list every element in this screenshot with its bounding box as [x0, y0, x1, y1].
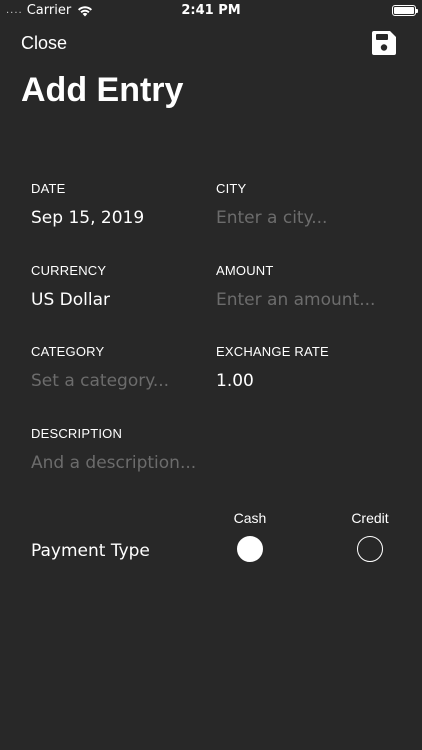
- exchange-rate-label: EXCHANGE RATE: [216, 344, 329, 359]
- page-title: Add Entry: [21, 71, 184, 109]
- payment-type-label: Payment Type: [31, 541, 150, 561]
- currency-value[interactable]: US Dollar: [31, 289, 211, 311]
- date-value[interactable]: Sep 15, 2019: [31, 207, 211, 229]
- description-input[interactable]: [31, 452, 271, 474]
- amount-input[interactable]: [216, 289, 396, 311]
- cash-radio[interactable]: [237, 536, 263, 562]
- payment-option-credit[interactable]: Credit: [330, 510, 410, 562]
- amount-label: AMOUNT: [216, 263, 274, 278]
- floppy-disk-icon: [372, 31, 396, 55]
- close-button[interactable]: Close: [21, 33, 67, 53]
- amount-field: AMOUNT: [216, 263, 396, 311]
- city-label: CITY: [216, 181, 247, 196]
- exchange-rate-value[interactable]: 1.00: [216, 370, 396, 392]
- status-bar: .... Carrier 2:41 PM: [0, 0, 422, 22]
- credit-radio[interactable]: [357, 536, 383, 562]
- category-input[interactable]: [31, 370, 211, 392]
- currency-field[interactable]: CURRENCY US Dollar: [31, 263, 211, 311]
- exchange-rate-field[interactable]: EXCHANGE RATE 1.00: [216, 344, 396, 392]
- status-time: 2:41 PM: [181, 3, 241, 18]
- category-label: CATEGORY: [31, 344, 105, 359]
- currency-label: CURRENCY: [31, 263, 107, 278]
- battery-icon: [392, 5, 418, 16]
- description-label: DESCRIPTION: [31, 426, 123, 441]
- cash-label: Cash: [233, 510, 267, 526]
- city-field: CITY: [216, 181, 396, 229]
- date-field[interactable]: DATE Sep 15, 2019: [31, 181, 211, 229]
- save-button[interactable]: [371, 30, 397, 56]
- description-field: DESCRIPTION: [31, 426, 271, 474]
- date-label: DATE: [31, 181, 66, 196]
- category-field: CATEGORY: [31, 344, 211, 392]
- payment-option-cash[interactable]: Cash: [210, 510, 290, 562]
- city-input[interactable]: [216, 207, 396, 229]
- credit-label: Credit: [351, 510, 389, 526]
